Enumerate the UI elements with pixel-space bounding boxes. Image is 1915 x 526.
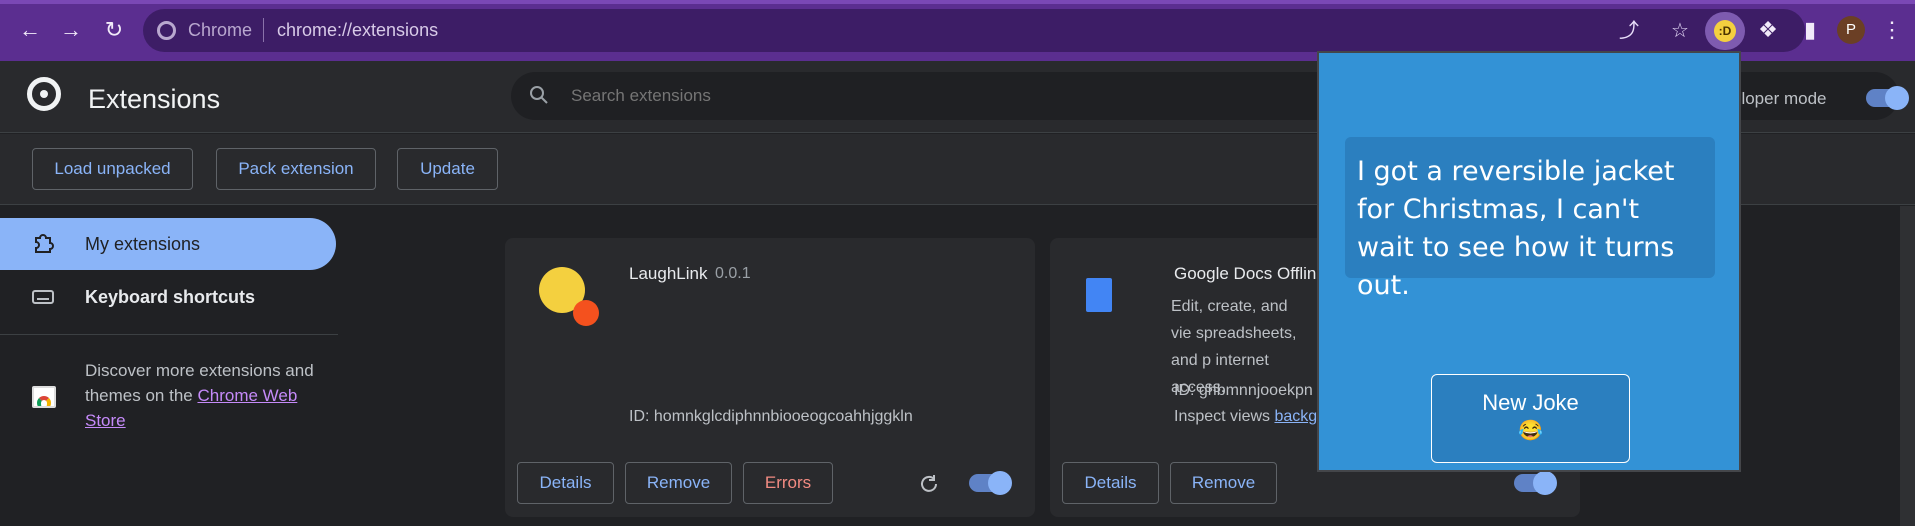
discover-text: Discover more extensions and themes on t…	[85, 358, 325, 433]
record-badge-icon	[573, 300, 599, 326]
kebab-icon[interactable]: ⋮	[1876, 14, 1908, 46]
details-button[interactable]: Details	[517, 462, 614, 504]
toggle-knob	[1885, 86, 1909, 110]
address-bar[interactable]: Chrome chrome://extensions ⤴ ☆	[143, 9, 1805, 52]
extension-icon	[35, 234, 54, 253]
reload-extension-icon[interactable]	[917, 472, 941, 496]
sidepanel-icon[interactable]: ▮	[1794, 14, 1826, 46]
sidebar-item-label: Keyboard shortcuts	[85, 287, 256, 307]
star-icon[interactable]: ☆	[1667, 18, 1693, 44]
sidebar-item-label: My extensions	[85, 234, 201, 254]
page-scrollbar[interactable]	[1900, 206, 1915, 526]
new-joke-label: New Joke	[1482, 390, 1579, 415]
keyboard-icon	[32, 290, 54, 304]
extension-version: 0.0.1	[715, 265, 751, 282]
load-unpacked-button[interactable]: Load unpacked	[32, 148, 193, 190]
inspect-label: Inspect views	[1174, 408, 1275, 425]
omnibox-separator	[263, 18, 264, 42]
details-button[interactable]: Details	[1062, 462, 1159, 504]
laughlink-popup: I got a reversible jacket for Christmas,…	[1317, 51, 1741, 472]
url-text[interactable]: chrome://extensions	[277, 20, 438, 41]
remove-button[interactable]: Remove	[1170, 462, 1277, 504]
extension-enable-toggle[interactable]	[1514, 471, 1557, 495]
laughing-emoji-icon: 😂	[1518, 420, 1543, 442]
laughlink-toolbar-button[interactable]: :D	[1705, 12, 1745, 50]
chrome-web-store-icon	[32, 386, 56, 408]
share-icon[interactable]: ⤴	[1616, 18, 1642, 44]
chrome-icon	[157, 21, 176, 40]
joke-text: I got a reversible jacket for Christmas,…	[1345, 137, 1715, 301]
tab-strip	[0, 0, 1915, 4]
extension-id: ID: homnkglcdiphnnbiooeogcoahhjggkln	[629, 408, 913, 425]
pack-extension-button[interactable]: Pack extension	[216, 148, 376, 190]
update-button[interactable]: Update	[397, 148, 498, 190]
back-icon[interactable]: ←	[14, 14, 46, 46]
developer-mode-toggle[interactable]	[1866, 86, 1909, 110]
site-chip: Chrome	[188, 20, 253, 40]
extension-id: ID: ghbmnnjooekpn	[1174, 382, 1313, 399]
chrome-logo-icon	[27, 77, 61, 111]
toggle-knob	[1533, 471, 1557, 495]
background-page-link[interactable]: backg	[1274, 408, 1317, 425]
extension-name: LaughLink	[629, 264, 708, 283]
inspect-views: Inspect views backg	[1174, 408, 1317, 426]
sidebar-item-my-extensions[interactable]: My extensions	[0, 218, 336, 270]
developer-mode-label: eloper mode	[1732, 89, 1827, 108]
avatar[interactable]: P	[1837, 16, 1865, 44]
sidebar-item-keyboard-shortcuts[interactable]: Keyboard shortcuts	[0, 271, 336, 323]
remove-button[interactable]: Remove	[625, 462, 732, 504]
reload-icon[interactable]: ↻	[98, 14, 130, 46]
search-icon	[530, 86, 548, 104]
laughing-face-icon: :D	[1714, 20, 1736, 42]
forward-icon[interactable]: →	[55, 14, 87, 46]
extension-name: Google Docs Offline	[1174, 264, 1326, 283]
sidebar-divider	[0, 334, 338, 335]
new-joke-button[interactable]: New Joke 😂	[1431, 374, 1630, 463]
laughlink-card: LaughLink 0.0.1 ID: homnkglcdiphnnbiooeo…	[505, 238, 1035, 517]
extension-enable-toggle[interactable]	[969, 471, 1012, 495]
errors-button[interactable]: Errors	[743, 462, 833, 504]
sidebar: My extensions Keyboard shortcuts Discove…	[0, 206, 340, 526]
page-title: Extensions	[88, 84, 221, 114]
toggle-knob	[988, 471, 1012, 495]
google-docs-icon	[1086, 278, 1112, 312]
puzzle-icon[interactable]: ❖	[1752, 14, 1784, 46]
